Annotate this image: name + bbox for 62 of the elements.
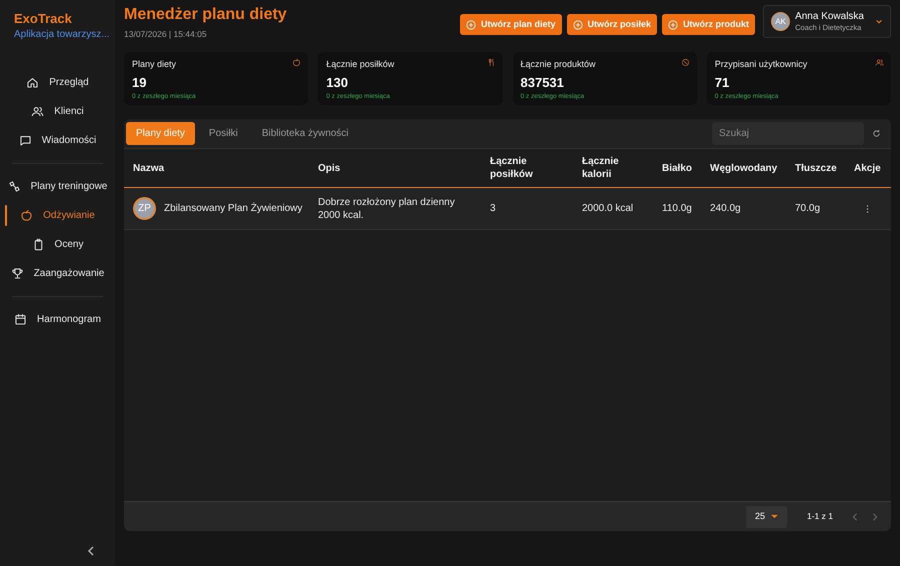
sidebar-item[interactable]: Plany treningowe: [8, 179, 108, 194]
apple-icon: [292, 58, 302, 67]
stat-label: Przypisani użytkownicy: [714, 58, 808, 71]
page-range: 1-1 z 1: [807, 510, 833, 523]
stat-value: 19: [132, 74, 148, 90]
stat-label: Łącznie produktów: [520, 58, 596, 71]
table-cell: 2000.0 kcal: [582, 203, 634, 214]
table-cell: 3: [490, 203, 496, 214]
user-name: Anna Kowalska: [795, 10, 864, 22]
people-icon: [31, 105, 44, 118]
column-header: Węglowodany: [709, 162, 778, 174]
user-avatar: AK: [771, 12, 790, 31]
column-header: Nazwa: [132, 162, 166, 174]
sidebar-item[interactable]: Oceny: [32, 237, 84, 252]
stat-value: 130: [326, 74, 349, 90]
previous-page-icon[interactable]: [851, 512, 859, 520]
column-header: Łącznie posiłków: [489, 155, 534, 181]
tab[interactable]: Posiłki: [198, 122, 248, 145]
stat-label: Plany diety: [132, 58, 176, 71]
column-header: Łącznie kalorii: [581, 155, 620, 181]
sidebar-item[interactable]: Klienci: [31, 104, 84, 119]
apple-icon: [20, 209, 34, 222]
sidebar-item[interactable]: Wiadomości: [18, 133, 96, 148]
page-title: Menedżer planu diety: [124, 5, 287, 25]
search-field[interactable]: Szukaj: [712, 122, 864, 145]
column-header: Opis: [317, 162, 342, 174]
more-icon[interactable]: [866, 204, 868, 214]
trophy-icon: [10, 267, 24, 280]
collapse-icon[interactable]: [86, 546, 96, 556]
table-cell: Zbilansowany Plan Żywieniowy: [164, 202, 302, 215]
house-icon: [26, 76, 40, 89]
date-time: 13/07/2026 | 15:44:05: [124, 28, 208, 41]
calendar-icon: [14, 313, 28, 326]
fork-knife-icon: [486, 58, 496, 67]
plan-avatar: ZP: [133, 197, 156, 220]
next-page-icon[interactable]: [871, 512, 879, 520]
stat-label: Łącznie posiłków: [326, 58, 394, 71]
page-size-select[interactable]: 25: [746, 506, 787, 528]
column-header: Akcje: [853, 162, 882, 174]
brand-name: ExoTrack: [14, 11, 72, 27]
caret-icon: [771, 514, 778, 519]
sidebar-item[interactable]: Przegląd: [26, 75, 89, 90]
sidebar-item[interactable]: Zaangażowanie: [10, 266, 104, 281]
chat-icon: [18, 134, 32, 147]
table-cell: Dobrze rozłożony plan dzienny 2000 kcal.: [318, 196, 455, 220]
table-cell: 110.0g: [662, 203, 692, 214]
tab[interactable]: Biblioteka żywności: [252, 122, 359, 145]
plus-circle-icon: [668, 20, 678, 30]
sidebar-item[interactable]: Odżywianie: [20, 208, 95, 223]
people-icon: [875, 58, 884, 67]
sidebar-item[interactable]: Harmonogram: [14, 312, 101, 327]
table-cell: 240.0g: [710, 203, 741, 214]
table-cell: 70.0g: [795, 203, 820, 214]
plus-circle-icon: [466, 20, 476, 30]
column-header: Białko: [661, 162, 694, 174]
brand-subtitle: Aplikacja towarzysz...: [14, 28, 110, 42]
refresh-icon[interactable]: [872, 129, 881, 138]
plus-circle-icon: [572, 20, 583, 30]
stat-value: 837531: [520, 74, 565, 90]
column-header: Tłuszcze: [794, 162, 838, 174]
chevron-down-icon: [875, 18, 883, 26]
stat-value: 71: [714, 74, 730, 90]
